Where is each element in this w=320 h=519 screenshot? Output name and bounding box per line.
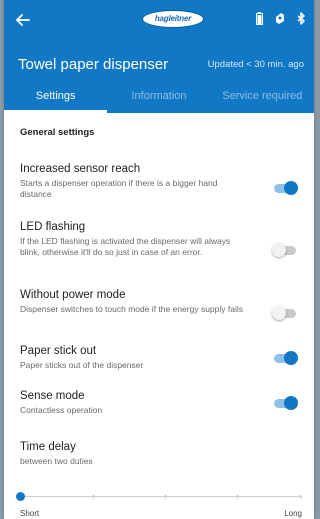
setting-description: If the LED flashing is activated the dis… <box>20 236 231 257</box>
title-row: Towel paper dispenser Updated < 30 min. … <box>4 40 314 76</box>
slider-track <box>20 496 302 497</box>
tab-bar: Settings Information Service required <box>4 76 314 113</box>
setting-without-power-mode: Without power mode Dispenser switches to… <box>20 289 298 320</box>
tab-service-required[interactable]: Service required <box>211 76 314 113</box>
slider-max-label: Long <box>284 509 302 518</box>
setting-sense-mode: Sense mode Contactless operation <box>20 390 298 416</box>
sense-mode-toggle[interactable] <box>272 395 298 411</box>
led-flashing-toggle[interactable] <box>272 242 298 258</box>
slider-tick <box>236 495 239 498</box>
setting-title: Without power mode <box>20 289 126 301</box>
setting-time-delay: Time delay between two duties <box>20 441 298 467</box>
tab-settings[interactable]: Settings <box>4 76 108 113</box>
setting-title: Increased sensor reach <box>20 163 141 175</box>
bluetooth-icon <box>297 12 306 30</box>
app-header: hagleitner Towel paper dispenser Updated… <box>4 0 314 113</box>
setting-description: Dispenser switches to touch mode if the … <box>20 304 244 314</box>
setting-description: Contactless operation <box>20 405 103 415</box>
app-screen: hagleitner Towel paper dispenser Updated… <box>4 0 314 519</box>
increased-sensor-reach-toggle[interactable] <box>272 180 298 196</box>
setting-paper-stick-out: Paper stick out Paper sticks out of the … <box>20 345 298 371</box>
setting-led-flashing: LED flashing If the LED flashing is acti… <box>20 221 298 258</box>
setting-description: Paper sticks out of the dispenser <box>20 360 144 370</box>
without-power-mode-toggle[interactable] <box>272 305 298 321</box>
section-title: General settings <box>20 127 95 138</box>
brand-logo: hagleitner <box>142 10 204 28</box>
page-title: Towel paper dispenser <box>18 56 169 73</box>
time-delay-slider[interactable] <box>16 490 302 504</box>
slider-handle[interactable] <box>16 492 25 501</box>
setting-increased-sensor-reach: Increased sensor reach Starts a dispense… <box>20 163 298 200</box>
back-arrow-icon[interactable] <box>12 9 34 31</box>
tab-information[interactable]: Information <box>107 76 210 113</box>
setting-description: between two duties <box>20 456 93 466</box>
setting-title: Sense mode <box>20 390 85 402</box>
status-icons <box>256 12 306 30</box>
top-bar: hagleitner <box>4 0 314 40</box>
setting-title: Paper stick out <box>20 345 97 357</box>
slider-tick <box>92 495 95 498</box>
slider-tick <box>164 495 167 498</box>
battery-icon <box>256 12 263 30</box>
setting-description: Starts a dispenser operation if there is… <box>20 178 218 199</box>
updated-status: Updated < 30 min. ago <box>207 59 304 70</box>
paper-stick-out-toggle[interactable] <box>272 350 298 366</box>
slider-min-label: Short <box>20 509 40 518</box>
slider-tick <box>299 495 302 498</box>
setting-title: Time delay <box>20 441 76 453</box>
setting-title: LED flashing <box>20 221 86 233</box>
paper-icon <box>275 12 285 30</box>
